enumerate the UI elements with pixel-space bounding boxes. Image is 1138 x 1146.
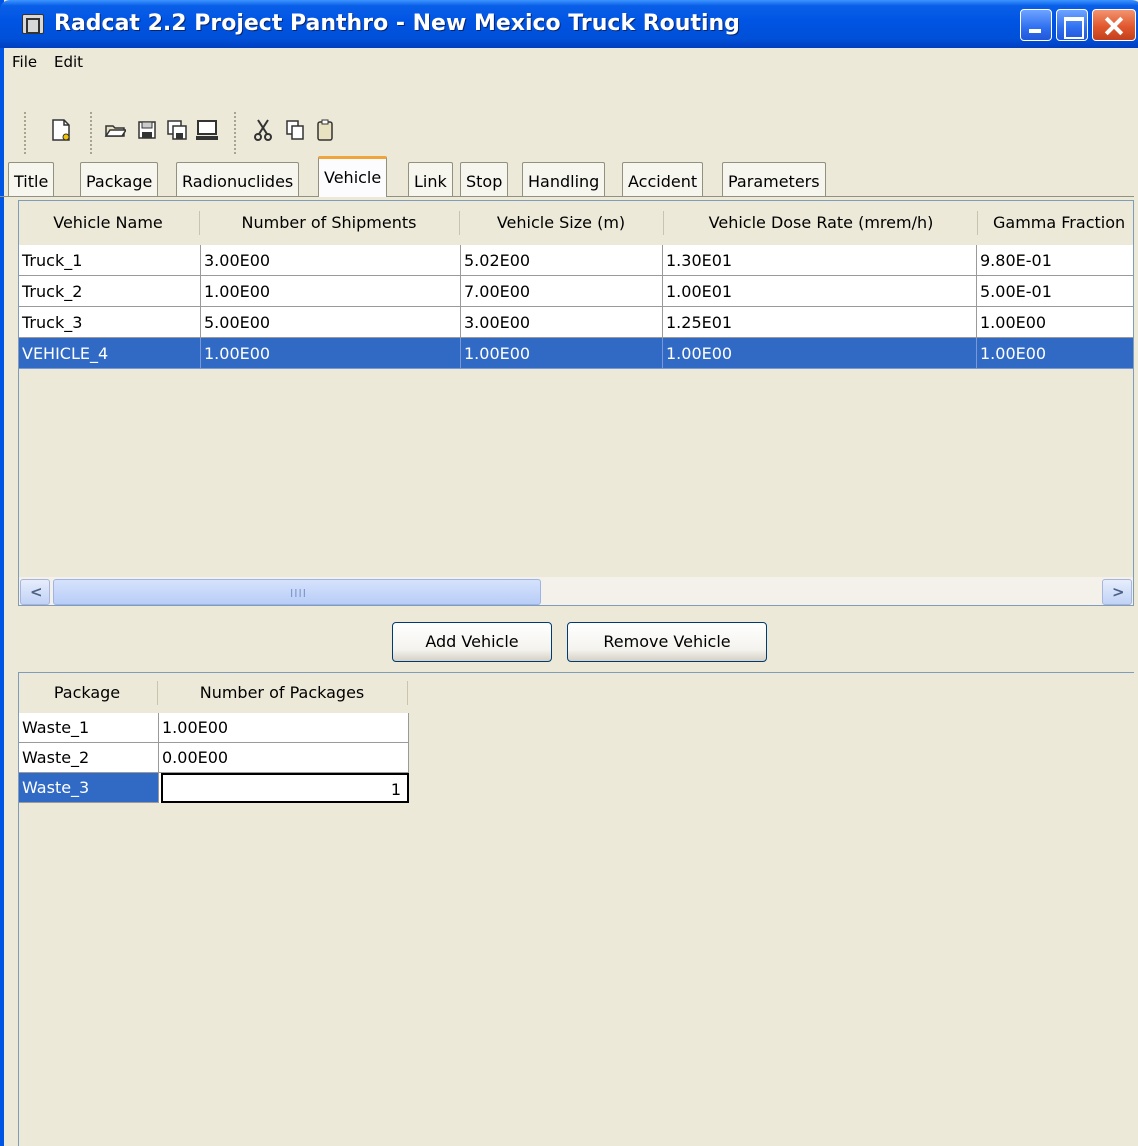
package-table: Package Number of Packages Waste_1 1.00E… [18,672,1134,1146]
column-header-vehicle-dose-rate[interactable]: Vehicle Dose Rate (mrem/h) [665,201,977,245]
cell-dose-rate[interactable]: 1.25E01 [663,307,977,338]
table-row[interactable]: Waste_1 1.00E00 [19,713,409,743]
column-separator[interactable] [663,211,664,235]
cell-vehicle-size[interactable]: 5.02E00 [461,245,663,276]
table-row[interactable]: Waste_2 0.00E00 [19,743,409,773]
app-icon[interactable] [22,14,44,34]
cell-vehicle-name[interactable]: Truck_1 [19,245,201,276]
add-vehicle-button[interactable]: Add Vehicle [392,622,552,662]
tab-handling[interactable]: Handling [522,162,606,196]
cell-shipments[interactable]: 1.00E00 [201,276,461,307]
paste-icon[interactable] [314,118,336,142]
table-row[interactable]: Truck_3 5.00E00 3.00E00 1.25E01 1.00E00 [19,307,1133,338]
cell-dose-rate[interactable]: 1.00E01 [663,276,977,307]
chevron-left-icon: < [30,583,43,601]
column-separator[interactable] [199,211,200,235]
column-separator[interactable] [459,211,460,235]
cell-gamma-fraction[interactable]: 1.00E00 [977,338,1133,369]
tab-radionuclides[interactable]: Radionuclides [176,162,300,196]
column-header-package[interactable]: Package [19,673,155,713]
tab-strip-line [0,196,1134,197]
horizontal-scrollbar[interactable]: < IIII > [19,577,1133,605]
cell-dose-rate[interactable]: 1.00E00 [663,338,977,369]
cell-vehicle-name[interactable]: Truck_3 [19,307,201,338]
title-bar[interactable]: Radcat 2.2 Project Panthro - New Mexico … [0,0,1138,48]
cell-gamma-fraction[interactable]: 1.00E00 [977,307,1133,338]
column-header-vehicle-size[interactable]: Vehicle Size (m) [461,201,661,245]
maximize-button[interactable] [1056,9,1088,41]
scroll-left-button[interactable]: < [20,579,50,605]
column-separator[interactable] [407,681,408,705]
package-table-header: Package Number of Packages [19,673,419,713]
close-button[interactable] [1092,9,1136,41]
cut-icon[interactable] [252,118,274,142]
cell-vehicle-size[interactable]: 1.00E00 [461,338,663,369]
scrollbar-thumb[interactable]: IIII [53,579,541,605]
table-row[interactable]: Truck_2 1.00E00 7.00E00 1.00E01 5.00E-01 [19,276,1133,307]
table-row-selected[interactable]: VEHICLE_4 1.00E00 1.00E00 1.00E00 1.00E0… [19,338,1133,369]
column-header-number-of-shipments[interactable]: Number of Shipments [201,201,457,245]
remove-vehicle-button[interactable]: Remove Vehicle [567,622,767,662]
open-folder-icon[interactable] [104,118,128,142]
menu-edit[interactable]: Edit [54,53,83,71]
menu-bar: File Edit [4,48,1138,78]
cell-shipments[interactable]: 3.00E00 [201,245,461,276]
column-header-gamma-fraction[interactable]: Gamma Fraction [979,201,1133,245]
cell-vehicle-name[interactable]: VEHICLE_4 [19,338,201,369]
toolbar-separator [90,112,92,154]
column-separator[interactable] [977,211,978,235]
cell-number-of-packages[interactable]: 0.00E00 [159,743,409,773]
cell-package[interactable]: Waste_3 [19,773,159,803]
cell-gamma-fraction[interactable]: 5.00E-01 [977,276,1133,307]
tab-stop[interactable]: Stop [460,162,509,196]
cell-package[interactable]: Waste_1 [19,713,159,743]
column-separator[interactable] [157,681,158,705]
tab-parameters[interactable]: Parameters [722,162,826,196]
tab-title[interactable]: Title [8,162,55,196]
cell-package[interactable]: Waste_2 [19,743,159,773]
vehicle-table-header: Vehicle Name Number of Shipments Vehicle… [19,201,1133,245]
copy-icon[interactable] [284,118,306,142]
minimize-button[interactable] [1020,9,1052,41]
tab-package[interactable]: Package [80,162,159,196]
cell-shipments[interactable]: 1.00E00 [201,338,461,369]
cell-shipments[interactable]: 5.00E00 [201,307,461,338]
save-icon[interactable] [136,118,158,142]
scroll-right-button[interactable]: > [1102,579,1132,605]
cell-dose-rate[interactable]: 1.30E01 [663,245,977,276]
column-header-number-of-packages[interactable]: Number of Packages [159,673,405,713]
number-of-packages-editor[interactable]: 1 [161,773,409,803]
tab-accident[interactable]: Accident [622,162,704,196]
new-file-icon[interactable] [50,118,72,142]
tab-link[interactable]: Link [408,162,453,196]
cell-number-of-packages[interactable]: 1.00E00 [159,713,409,743]
vehicle-table: Vehicle Name Number of Shipments Vehicle… [18,200,1134,606]
table-row-editing[interactable]: Waste_3 1 [19,773,409,803]
table-row[interactable]: Truck_1 3.00E00 5.02E00 1.30E01 9.80E-01 [19,245,1133,276]
cell-vehicle-size[interactable]: 3.00E00 [461,307,663,338]
cell-gamma-fraction[interactable]: 9.80E-01 [977,245,1133,276]
save-as-icon[interactable] [166,118,188,142]
column-header-vehicle-name[interactable]: Vehicle Name [19,201,197,245]
window-title: Radcat 2.2 Project Panthro - New Mexico … [54,11,740,36]
menu-file[interactable]: File [12,53,37,71]
toolbar-grip[interactable] [24,112,26,154]
toolbar-separator [234,112,236,154]
chevron-right-icon: > [1112,583,1125,601]
cell-vehicle-size[interactable]: 7.00E00 [461,276,663,307]
tab-vehicle[interactable]: Vehicle [318,156,388,197]
computer-icon[interactable] [196,118,218,142]
grip-icon: IIII [290,587,307,600]
cell-vehicle-name[interactable]: Truck_2 [19,276,201,307]
